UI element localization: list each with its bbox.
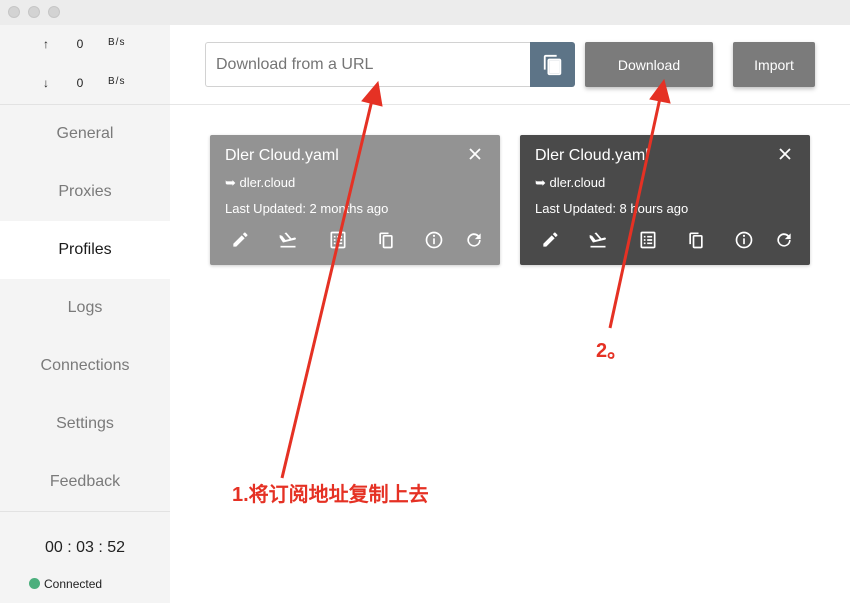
status-dot-icon (29, 578, 40, 589)
profile-title: Dler Cloud.yaml (225, 147, 339, 164)
sidebar: ↑ 0 B/s ↓ 0 B/s General Proxies Profiles… (0, 25, 170, 603)
list-icon[interactable] (328, 230, 348, 250)
upload-speed: ↑ 0 B/s (0, 37, 170, 57)
sidebar-item-logs[interactable]: Logs (0, 279, 170, 337)
info-icon[interactable] (734, 230, 754, 250)
minimize-window-button[interactable] (28, 6, 40, 18)
profile-source: ➥ dler.cloud (225, 175, 295, 191)
info-icon[interactable] (424, 230, 444, 250)
download-icon[interactable] (588, 230, 608, 250)
profile-source-label: dler.cloud (239, 175, 296, 190)
edit-icon[interactable] (230, 230, 250, 250)
close-icon[interactable] (468, 147, 482, 161)
refresh-icon[interactable] (774, 230, 794, 250)
close-icon[interactable] (778, 147, 792, 161)
connection-panel: 00 : 03 : 52 Connected (0, 511, 170, 603)
window-titlebar (0, 0, 850, 25)
list-icon[interactable] (638, 230, 658, 250)
edit-icon[interactable] (540, 230, 560, 250)
source-arrow-icon: ➥ (535, 175, 546, 190)
traffic-speed-panel: ↑ 0 B/s ↓ 0 B/s (0, 25, 170, 105)
zoom-window-button[interactable] (48, 6, 60, 18)
upload-arrow-icon: ↑ (43, 37, 49, 51)
download-button[interactable]: Download (585, 42, 713, 87)
profile-actions (520, 230, 810, 252)
connection-status-label: Connected (44, 577, 103, 591)
annotation-step-2: 2。 (596, 340, 628, 362)
copy-icon[interactable] (686, 230, 706, 250)
download-speed: ↓ 0 B/s (0, 76, 170, 96)
profile-card[interactable]: Dler Cloud.yaml ➥ dler.cloud Last Update… (210, 135, 500, 265)
close-window-button[interactable] (8, 6, 20, 18)
download-arrow-icon: ↓ (43, 76, 49, 90)
sidebar-item-proxies[interactable]: Proxies (0, 163, 170, 221)
refresh-icon[interactable] (464, 230, 484, 250)
sidebar-item-feedback[interactable]: Feedback (0, 453, 170, 511)
copy-icon[interactable] (376, 230, 396, 250)
profile-title: Dler Cloud.yaml (535, 147, 649, 164)
profile-card[interactable]: Dler Cloud.yaml ➥ dler.cloud Last Update… (520, 135, 810, 265)
upload-speed-unit: B/s (108, 37, 126, 48)
download-speed-value: 0 (76, 76, 84, 90)
url-input[interactable] (205, 42, 530, 87)
sidebar-item-connections[interactable]: Connections (0, 337, 170, 395)
connection-status: Connected (29, 577, 103, 591)
profile-updated: Last Updated: 8 hours ago (535, 201, 689, 216)
source-arrow-icon: ➥ (225, 175, 236, 190)
profile-source-label: dler.cloud (549, 175, 606, 190)
profile-source: ➥ dler.cloud (535, 175, 605, 191)
upload-speed-value: 0 (76, 37, 84, 51)
sidebar-item-general[interactable]: General (0, 105, 170, 163)
download-speed-unit: B/s (108, 76, 126, 87)
download-icon[interactable] (278, 230, 298, 250)
import-button[interactable]: Import (733, 42, 815, 87)
paste-icon (543, 54, 561, 75)
annotation-step-1: 1.将订阅地址复制上去 (232, 484, 429, 506)
profile-toolbar: Download Import (170, 25, 850, 105)
uptime-timer: 00 : 03 : 52 (44, 539, 126, 556)
sidebar-item-profiles[interactable]: Profiles (0, 221, 170, 279)
profile-updated: Last Updated: 2 months ago (225, 201, 389, 216)
profile-actions (210, 230, 500, 252)
paste-button[interactable] (530, 42, 575, 87)
sidebar-item-settings[interactable]: Settings (0, 395, 170, 453)
